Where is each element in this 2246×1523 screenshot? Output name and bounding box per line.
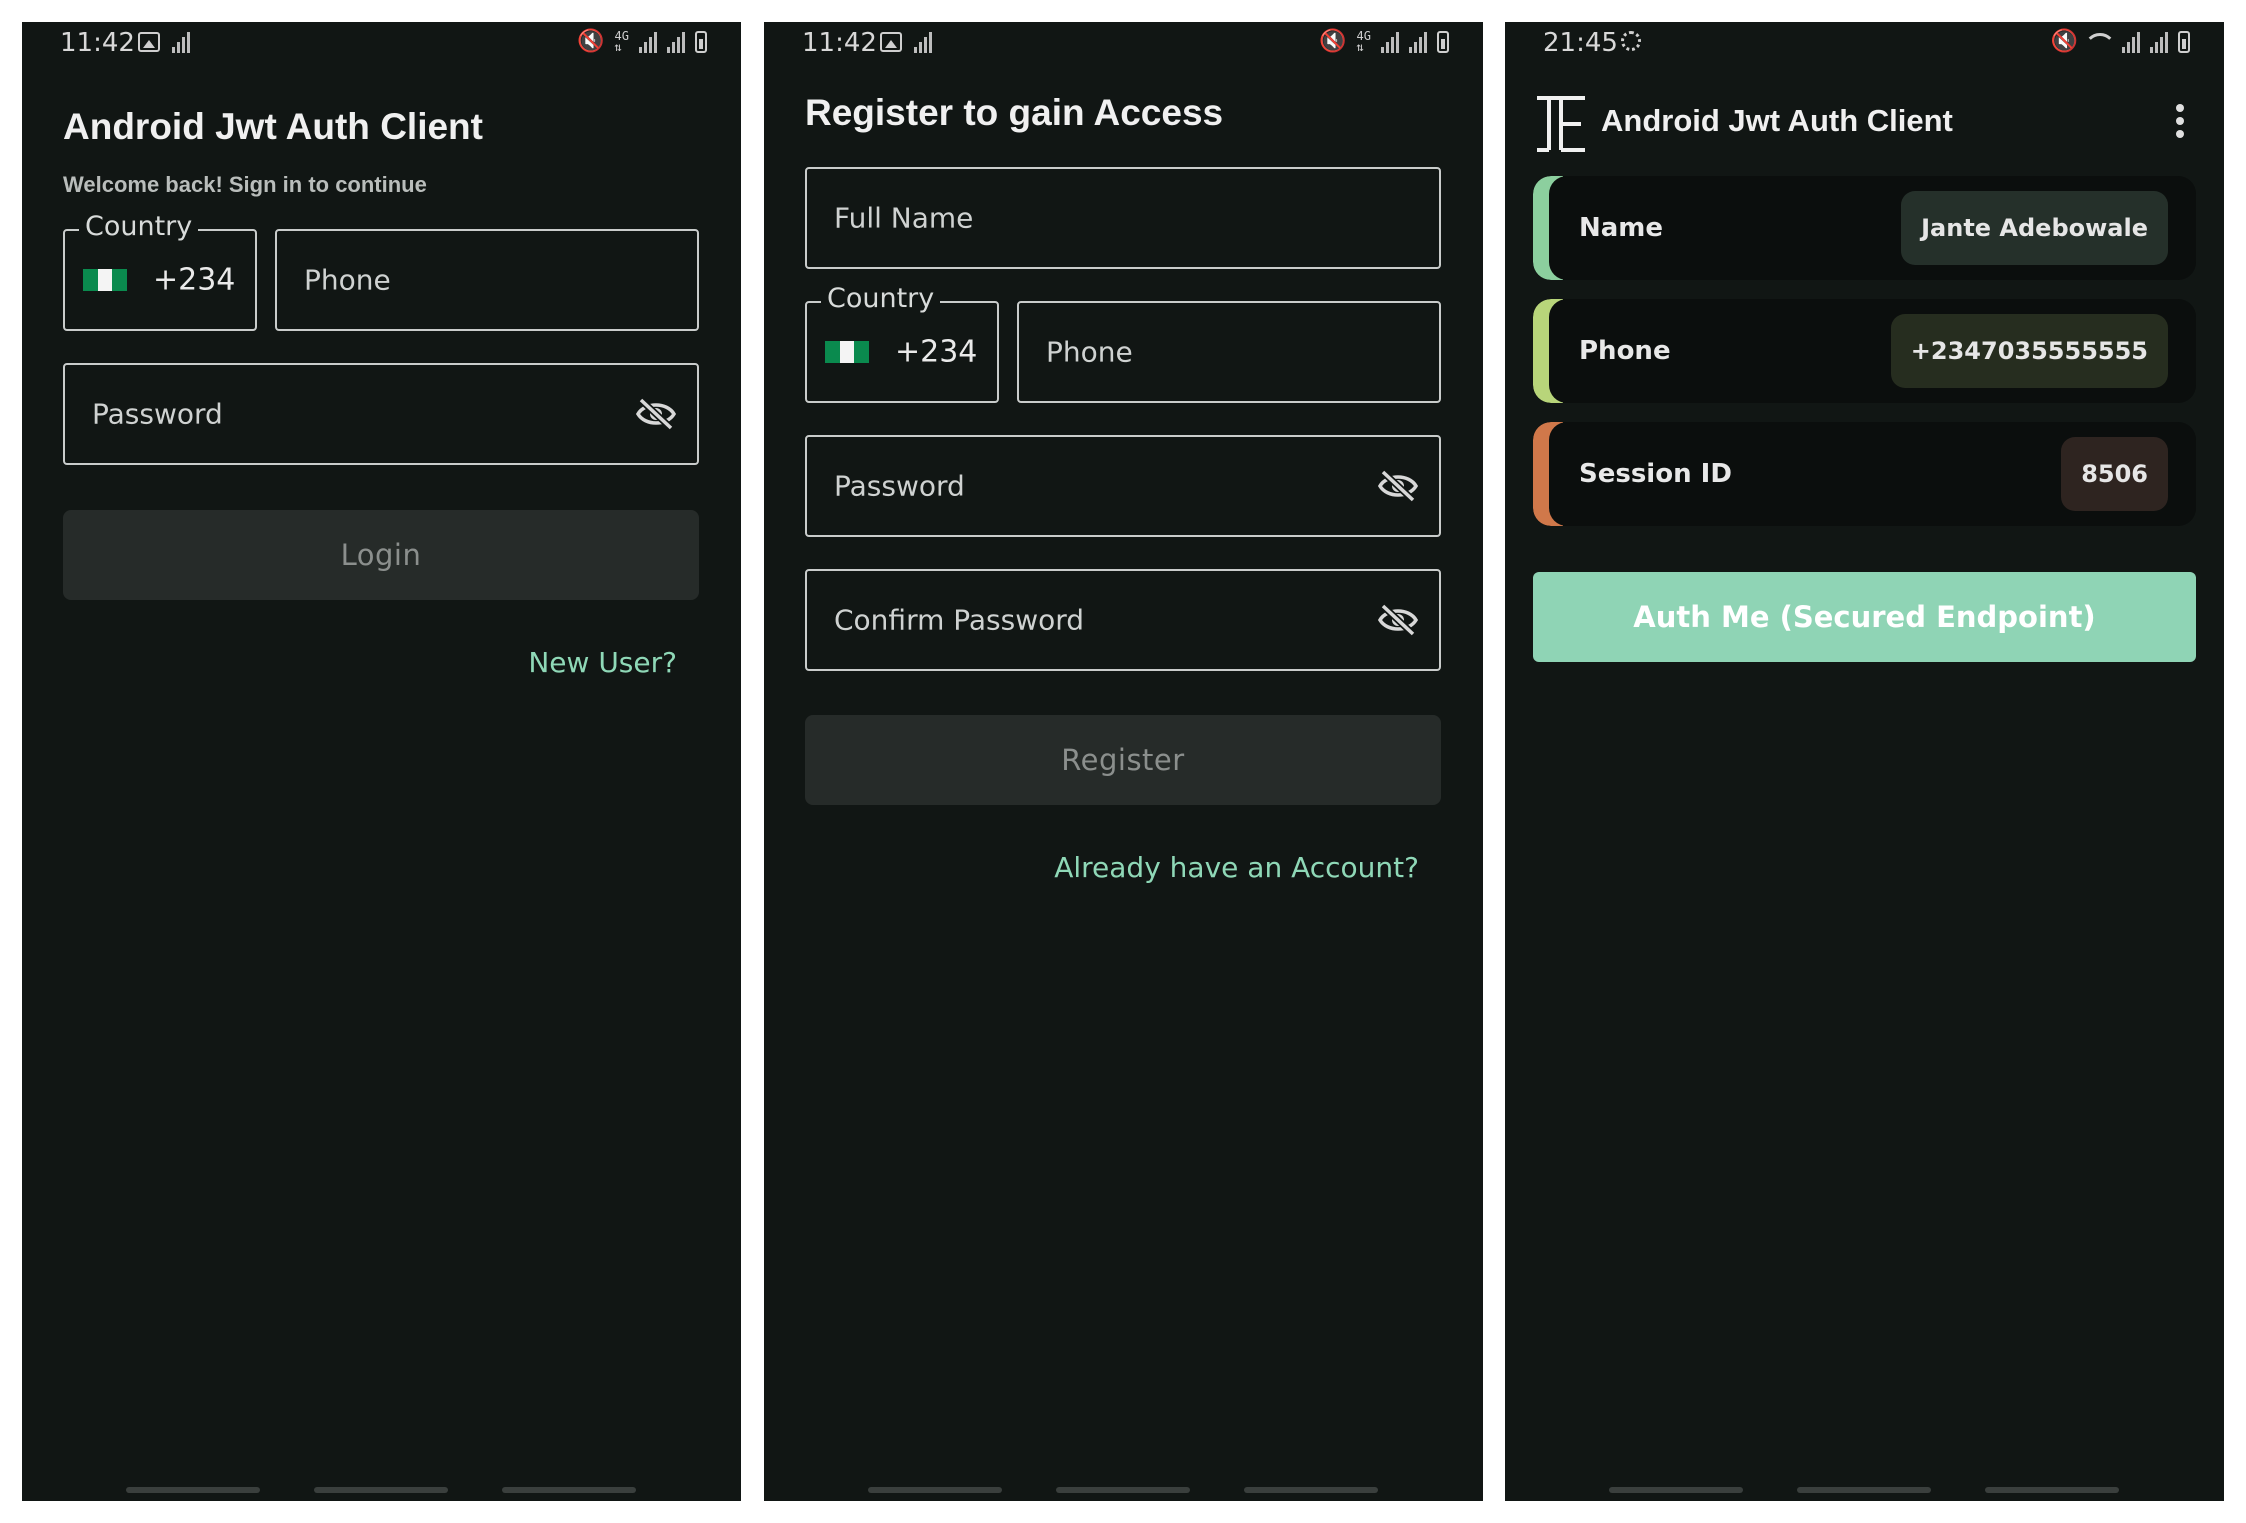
signal-icon	[914, 31, 932, 53]
battery-icon	[695, 31, 707, 53]
battery-icon	[1437, 31, 1449, 53]
signal-icon	[1409, 31, 1427, 53]
status-bar: 11:42 🔇 4G ⇅	[764, 22, 1483, 66]
country-label: Country	[79, 211, 199, 242]
info-row-session: Session ID 8506	[1533, 422, 2196, 526]
signal-icon	[639, 31, 657, 53]
signal-icon	[667, 31, 685, 53]
status-bar: 21:45 🔇	[1505, 22, 2224, 66]
phone-placeholder: Phone	[304, 263, 391, 297]
password-placeholder: Password	[834, 469, 965, 503]
navigation-bar	[764, 1487, 1483, 1495]
signal-icon	[2150, 31, 2168, 53]
full-name-placeholder: Full Name	[834, 201, 974, 235]
nav-back-handle[interactable]	[1244, 1487, 1378, 1493]
register-button[interactable]: Register	[805, 715, 1441, 805]
password-input[interactable]: Password	[805, 435, 1441, 537]
country-code: +234	[895, 334, 978, 370]
status-time: 11:42	[60, 28, 135, 58]
mute-icon: 🔇	[577, 29, 605, 54]
register-screen: 11:42 🔇 4G ⇅ Register to gain Access Full…	[764, 22, 1483, 1501]
navigation-bar	[1505, 1487, 2224, 1495]
row-label: Phone	[1579, 336, 1671, 366]
navigation-bar	[22, 1487, 741, 1495]
mute-icon: 🔇	[1319, 29, 1347, 54]
row-value-chip: +2347035555555	[1890, 314, 2168, 388]
nav-home-handle[interactable]	[314, 1487, 448, 1493]
visibility-off-icon[interactable]	[1377, 603, 1419, 637]
settings-icon	[1621, 31, 1641, 51]
row-label: Session ID	[1579, 459, 1732, 489]
phone-input[interactable]: Phone	[1017, 301, 1441, 403]
country-picker[interactable]: Country +234	[63, 211, 257, 331]
nav-back-handle[interactable]	[502, 1487, 636, 1493]
row-value-chip: 8506	[2061, 437, 2168, 511]
visibility-off-icon[interactable]	[1377, 469, 1419, 503]
nav-home-handle[interactable]	[1797, 1487, 1931, 1493]
nav-back-handle[interactable]	[1985, 1487, 2119, 1493]
auth-me-button[interactable]: Auth Me (Secured Endpoint)	[1533, 572, 2196, 662]
image-icon	[138, 32, 160, 52]
visibility-off-icon[interactable]	[635, 397, 677, 431]
login-screen: 11:42 🔇 4G ⇅ Android Jwt Auth Client Welc…	[22, 22, 741, 1501]
row-value-chip: Jante Adebowale	[1901, 191, 2168, 265]
status-time: 21:45	[1543, 28, 1618, 58]
country-picker[interactable]: Country +234	[805, 283, 999, 403]
status-bar: 11:42 🔇 4G ⇅	[22, 22, 741, 66]
signal-icon	[2122, 31, 2140, 53]
mute-icon: 🔇	[2050, 29, 2078, 54]
login-button[interactable]: Login	[63, 510, 699, 600]
country-code: +234	[153, 262, 236, 298]
confirm-password-placeholder: Confirm Password	[834, 603, 1085, 637]
page-subtitle: Welcome back! Sign in to continue	[63, 172, 427, 197]
country-label: Country	[821, 283, 941, 314]
profile-screen: 21:45 🔇 Android Jwt Auth Client Name Jan…	[1505, 22, 2224, 1501]
nigeria-flag-icon	[825, 341, 870, 363]
battery-icon	[2178, 31, 2190, 53]
app-logo-icon	[1537, 96, 1585, 152]
nav-recents-handle[interactable]	[126, 1487, 260, 1493]
4g-icon: 4G ⇅	[614, 29, 629, 54]
password-input[interactable]: Password	[63, 363, 699, 465]
phone-input[interactable]: Phone	[275, 229, 699, 331]
confirm-password-input[interactable]: Confirm Password	[805, 569, 1441, 671]
nav-home-handle[interactable]	[1056, 1487, 1190, 1493]
full-name-input[interactable]: Full Name	[805, 167, 1441, 269]
nav-recents-handle[interactable]	[1609, 1487, 1743, 1493]
more-options-icon[interactable]	[2176, 104, 2184, 138]
signal-icon	[1381, 31, 1399, 53]
info-row-name: Name Jante Adebowale	[1533, 176, 2196, 280]
login-link[interactable]: Already have an Account?	[1054, 851, 1419, 884]
new-user-link[interactable]: New User?	[528, 646, 677, 679]
page-title: Register to gain Access	[805, 92, 1224, 133]
wifi-icon	[2088, 31, 2112, 53]
page-title: Android Jwt Auth Client	[63, 106, 483, 147]
nav-recents-handle[interactable]	[868, 1487, 1002, 1493]
image-icon	[880, 32, 902, 52]
phone-placeholder: Phone	[1046, 335, 1133, 369]
app-title: Android Jwt Auth Client	[1601, 103, 1953, 138]
4g-icon: 4G ⇅	[1356, 29, 1371, 54]
nigeria-flag-icon	[83, 269, 128, 291]
info-row-phone: Phone +2347035555555	[1533, 299, 2196, 403]
status-time: 11:42	[802, 28, 877, 58]
password-placeholder: Password	[92, 397, 223, 431]
signal-icon	[172, 31, 190, 53]
row-label: Name	[1579, 213, 1664, 243]
